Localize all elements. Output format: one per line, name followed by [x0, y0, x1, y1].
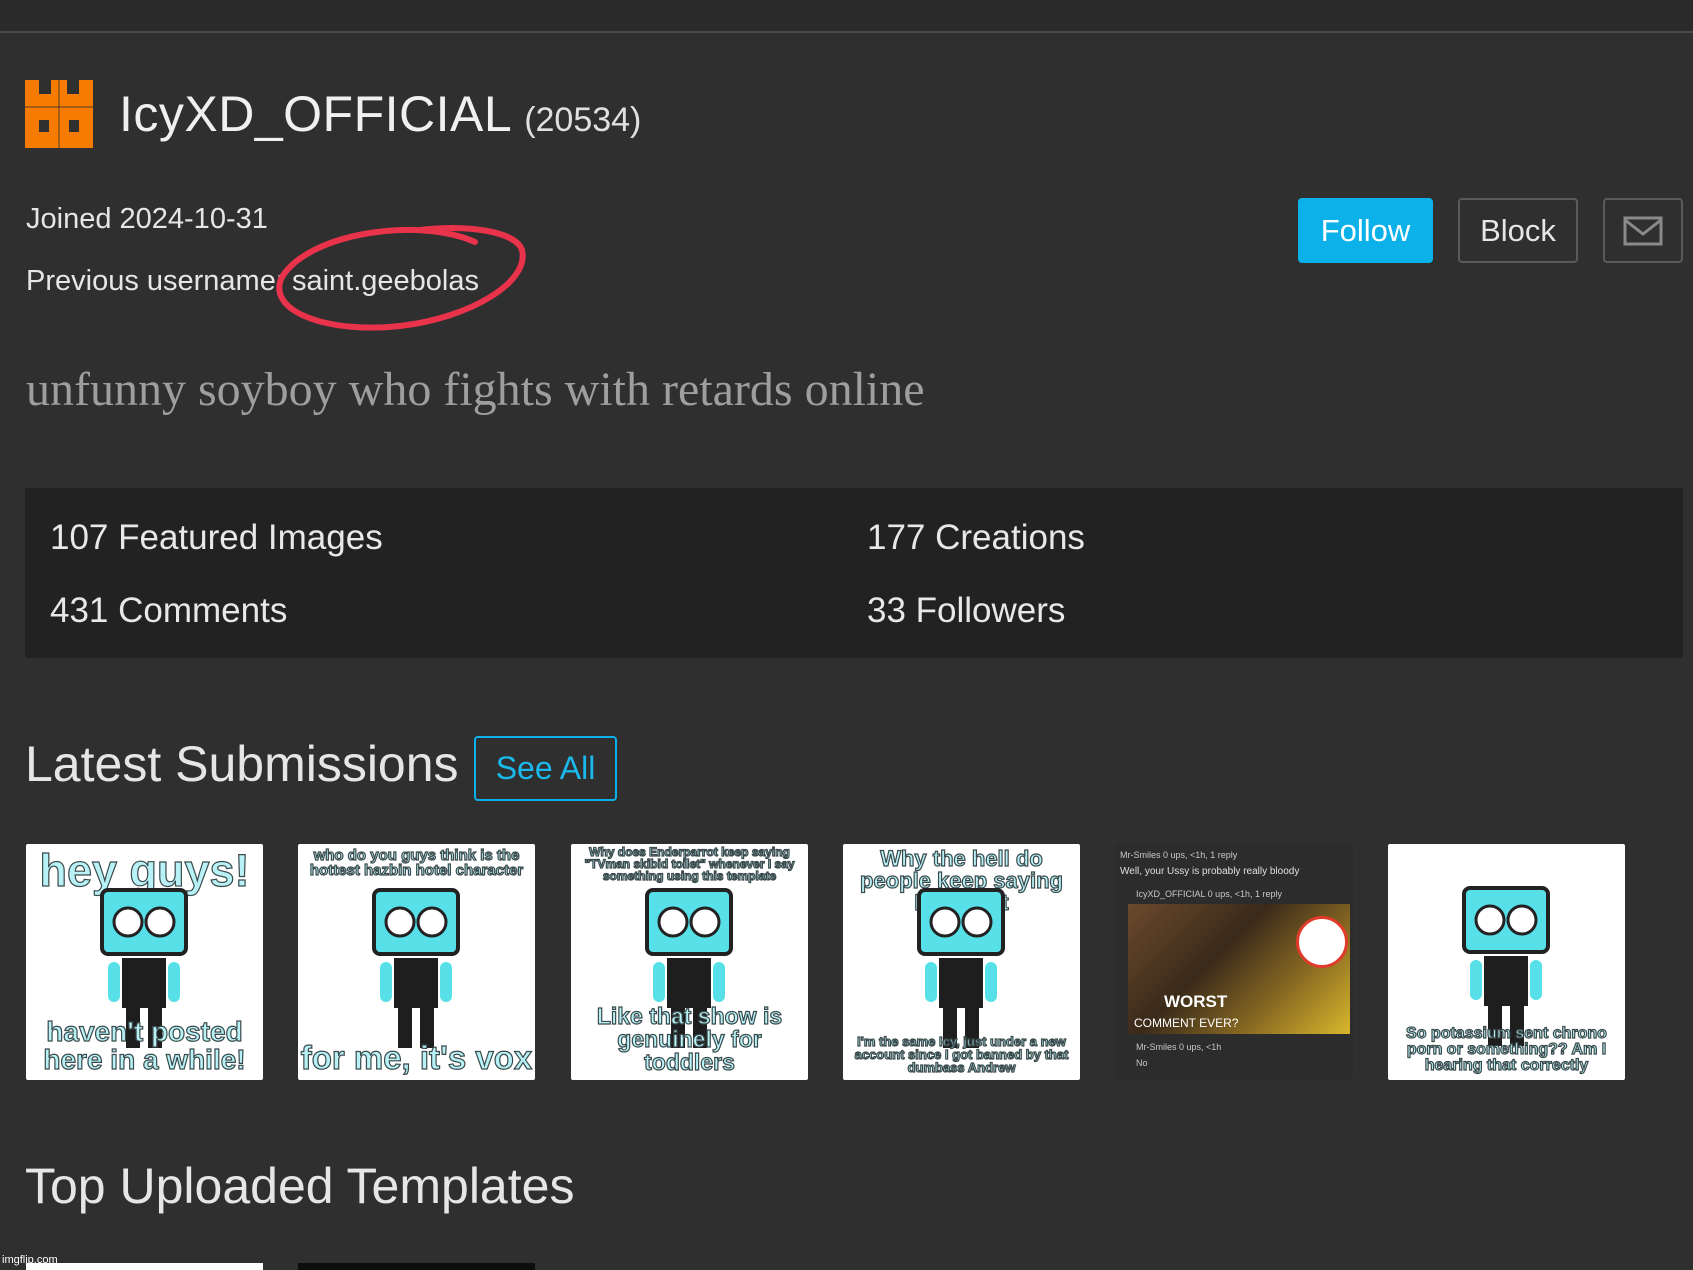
message-button[interactable] — [1603, 198, 1683, 263]
submission-thumbnail[interactable]: So potassium sent chrono porn or somethi… — [1388, 844, 1625, 1080]
thumbnail-top-caption: who do you guys think is the hottest haz… — [309, 847, 524, 879]
thumbnail-top-caption: Why does Enderparrot keep saying "TVman … — [584, 845, 795, 883]
profile-actions: Follow Block — [1298, 198, 1683, 263]
submission-thumbnail[interactable]: Why the hell do people keep saying I'm a… — [843, 844, 1080, 1080]
template-thumbnail[interactable] — [298, 1263, 535, 1270]
thumbnail-bottom-caption: Like that show is genuinely for toddlers — [596, 1003, 783, 1075]
profile-header: IcyXD_OFFICIAL (20534) — [25, 80, 641, 148]
top-templates-title: Top Uploaded Templates — [25, 1158, 575, 1214]
thumbnail-bottom-caption: haven't posted here in a while! — [43, 1016, 246, 1075]
comment-text: Well, your Ussy is probably really blood… — [1120, 866, 1300, 877]
thumbnail-bottom-caption: for me, it's vox — [300, 1039, 533, 1076]
thumbnail-bottom-caption: I'm the same Icy, just under a new accou… — [854, 1034, 1069, 1075]
comment-header: Mr-Smiles 0 ups, <1h, 1 reply — [1120, 850, 1238, 860]
username: IcyXD_OFFICIAL — [119, 86, 513, 142]
follow-button[interactable]: Follow — [1298, 198, 1433, 263]
worst-comment-text: WORST COMMENT EVER? — [1134, 992, 1239, 1030]
see-all-button[interactable]: See All — [474, 736, 617, 801]
submission-thumbnail[interactable]: who do you guys think is the hottest haz… — [298, 844, 535, 1080]
comment-text: No — [1136, 1058, 1148, 1068]
tv-character-image — [372, 888, 460, 1048]
stat-creations[interactable]: 177 Creations — [867, 518, 1085, 558]
submission-thumbnail[interactable]: Mr-Smiles 0 ups, <1h, 1 reply Well, your… — [1116, 844, 1353, 1080]
user-bio: unfunny soyboy who fights with retards o… — [26, 363, 925, 416]
screenshot-bubble — [1296, 916, 1348, 968]
joined-date: Joined 2024-10-31 — [26, 203, 268, 235]
user-avatar-icon — [25, 80, 93, 148]
latest-submissions-title: Latest Submissions — [25, 736, 459, 792]
stat-featured-images[interactable]: 107 Featured Images — [50, 518, 383, 558]
mail-icon — [1623, 216, 1663, 245]
stat-comments[interactable]: 431 Comments — [50, 591, 287, 631]
thumbnail-bottom-caption: So potassium sent chrono porn or somethi… — [1405, 1025, 1607, 1074]
submission-thumbnail[interactable]: Why does Enderparrot keep saying "TVman … — [571, 844, 808, 1080]
stats-panel: 107 Featured Images 177 Creations 431 Co… — [25, 488, 1683, 658]
submission-thumbnail[interactable]: hey guys! haven't posted here in a while… — [26, 844, 263, 1080]
block-button[interactable]: Block — [1458, 198, 1578, 263]
comment-header: Mr-Smiles 0 ups, <1h — [1136, 1042, 1222, 1052]
top-bar — [0, 0, 1693, 33]
comment-header: IcyXD_OFFICIAL 0 ups, <1h, 1 reply — [1136, 889, 1282, 899]
template-thumbnail[interactable] — [26, 1263, 263, 1270]
previous-username: Previous username: saint.geebolas — [26, 265, 479, 297]
tv-character-image — [917, 888, 1005, 1048]
user-points: (20534) — [524, 100, 642, 139]
stat-followers[interactable]: 33 Followers — [867, 591, 1065, 631]
imgflip-watermark: imgflip.com — [2, 1254, 58, 1266]
